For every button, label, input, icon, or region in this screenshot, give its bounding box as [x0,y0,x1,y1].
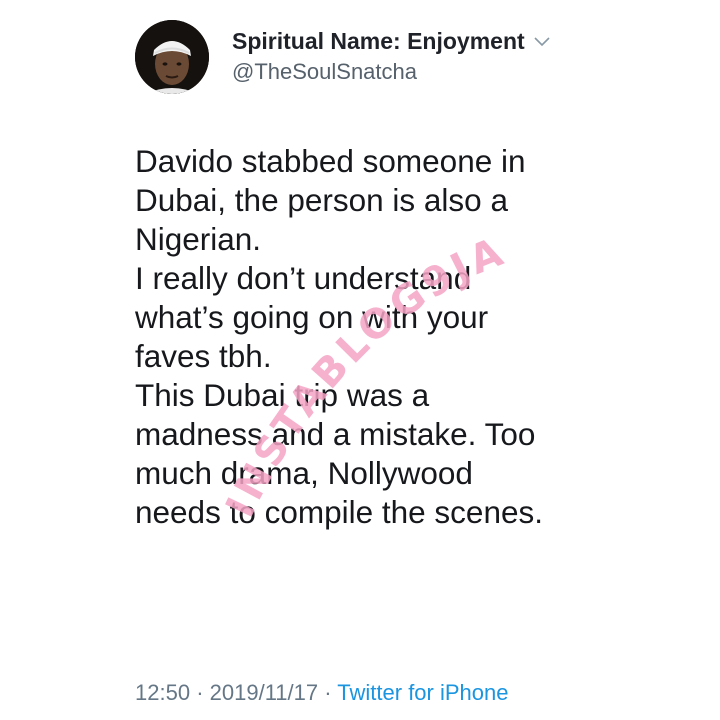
user-handle[interactable]: @TheSoulSnatcha [232,59,551,85]
display-name[interactable]: Spiritual Name: Enjoyment [232,28,525,55]
tweet-meta: 12:50 · 2019/11/17 · Twitter for iPhone [135,680,508,706]
tweet-line: Dubai, the person is also a [135,182,508,218]
tweet-line: I really don’t understand [135,260,472,296]
tweet-screenshot: Spiritual Name: Enjoyment @TheSoulSnatch… [0,0,720,720]
user-header: Spiritual Name: Enjoyment @TheSoulSnatch… [232,28,551,85]
tweet-line: faves tbh. [135,338,272,374]
tweet-line: Nigerian. [135,221,262,257]
tweet-line: needs to compile the scenes. [135,494,543,530]
avatar[interactable] [135,20,209,94]
profile-photo-icon [135,20,209,94]
meta-separator: · [324,680,332,705]
tweet-time[interactable]: 12:50 [135,680,190,705]
tweet-date[interactable]: 2019/11/17 [210,680,318,705]
tweet-text: Davido stabbed someone in Dubai, the per… [135,142,605,532]
tweet-line: what’s going on with your [135,299,489,335]
tweet-line: madness and a mistake. Too [135,416,536,452]
tweet-line: Davido stabbed someone in [135,143,526,179]
tweet-line: much drama, Nollywood [135,455,473,491]
tweet-source-link[interactable]: Twitter for iPhone [337,680,508,705]
chevron-down-icon[interactable] [533,36,551,48]
display-name-row: Spiritual Name: Enjoyment [232,28,551,55]
tweet-line: This Dubai trip was a [135,377,430,413]
meta-separator: · [196,680,204,705]
